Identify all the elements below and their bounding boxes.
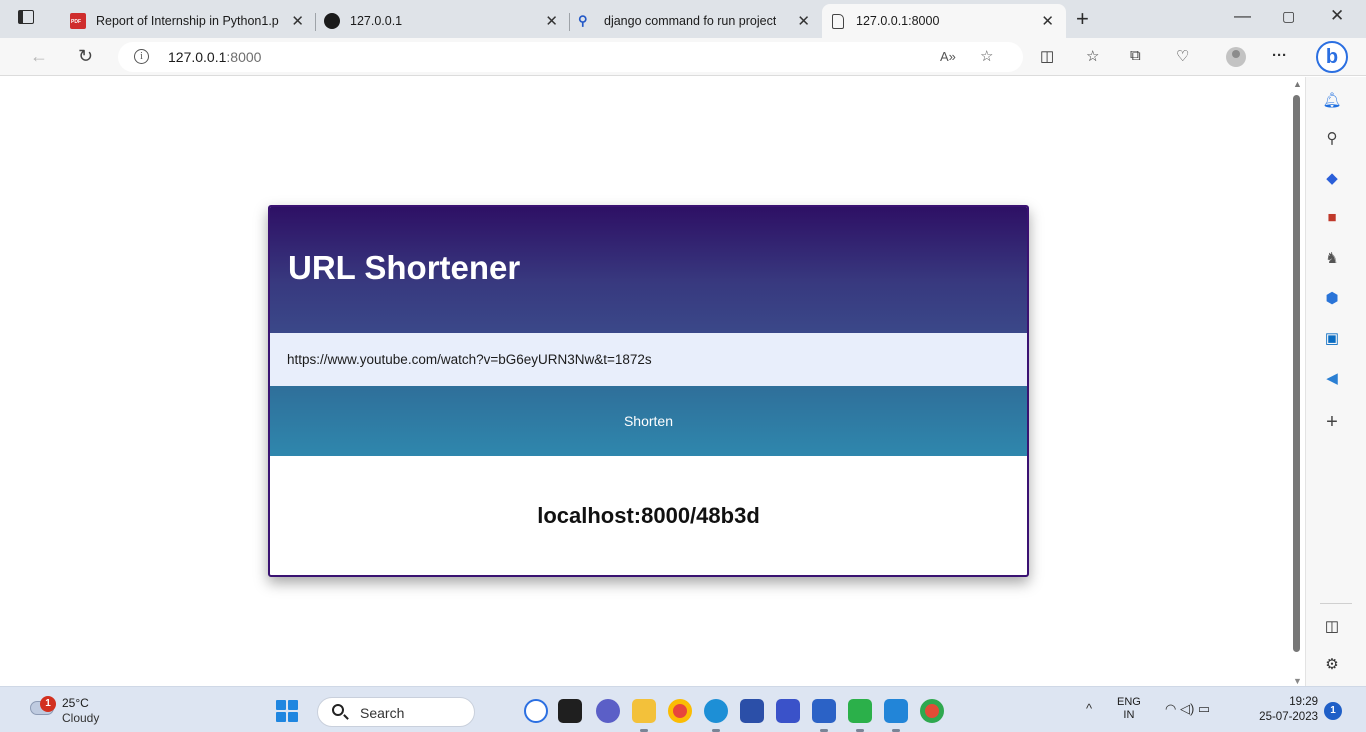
hide-sidebar-icon[interactable]: ◫ [1322, 617, 1342, 637]
favorite-star-icon[interactable]: ☆ [980, 47, 993, 65]
sidebar-settings-icon[interactable]: ⚙ [1322, 655, 1342, 675]
store-icon[interactable] [740, 699, 764, 723]
restore-button[interactable]: ▢ [1282, 8, 1295, 25]
browser-toolbar: ← ↻ i 127.0.0.1:8000 A» ☆ ◫ ☆ ⧉ ♡ ··· b [0, 38, 1366, 76]
card-header: URL Shortener [270, 207, 1027, 333]
tab-title: django command fo run project [604, 14, 777, 28]
window-close-button[interactable]: ✕ [1330, 6, 1344, 26]
word-icon[interactable] [812, 699, 836, 732]
wifi-volume-battery-icon[interactable]: ◠ ◁) ▭ [1165, 701, 1210, 717]
tab-localhost[interactable]: 127.0.0.1 ✕ [316, 4, 570, 38]
scroll-down-icon[interactable]: ▼ [1293, 676, 1302, 686]
search-icon[interactable]: ⚲ [1322, 129, 1342, 149]
page-viewport: URL Shortener Shorten localhost:8000/48b… [0, 77, 1290, 686]
start-tile [288, 712, 298, 722]
refresh-icon[interactable]: ↻ [78, 46, 93, 67]
shorten-button[interactable]: Shorten [270, 386, 1027, 456]
windows-taskbar: 1 25°C Cloudy Search ^ ENG IN ◠ ◁) ▭ 19:… [0, 686, 1366, 732]
start-button[interactable] [276, 700, 298, 722]
language-indicator[interactable]: ENG IN [1117, 696, 1141, 722]
taskbar-search-label: Search [360, 705, 405, 721]
edge-icon[interactable] [704, 699, 728, 732]
address-port: :8000 [226, 49, 262, 65]
sidebar-divider [1320, 603, 1352, 604]
tab-title: 127.0.0.1 [350, 14, 403, 28]
tab-internship-report[interactable]: Report of Internship in Python1.p ✕ [62, 4, 316, 38]
taskbar-search[interactable]: Search [317, 697, 475, 727]
clock-time[interactable]: 19:29 [1262, 696, 1318, 708]
tab-actions-icon[interactable] [18, 10, 34, 24]
teams-icon[interactable] [776, 699, 800, 723]
page-title: URL Shortener [288, 249, 521, 286]
address-host: 127.0.0.1 [168, 49, 227, 65]
search-icon: ⚲ [578, 13, 588, 28]
url-input[interactable] [270, 333, 1027, 386]
tab-active-page[interactable]: 127.0.0.1:8000 ✕ [822, 4, 1066, 38]
teams-chat-icon[interactable] [596, 699, 620, 723]
address-url: 127.0.0.1:8000 [168, 49, 261, 65]
info-icon[interactable]: i [134, 49, 149, 64]
bing-copilot-icon[interactable]: b [1316, 41, 1348, 73]
back-icon[interactable]: ← [30, 46, 48, 67]
vscode-icon[interactable] [884, 699, 908, 732]
weather-temperature[interactable]: 25°C [62, 696, 89, 710]
new-tab-button[interactable]: + [1076, 6, 1089, 32]
file-explorer-icon[interactable] [632, 699, 656, 732]
close-icon[interactable]: ✕ [797, 12, 810, 30]
minimize-button[interactable]: — [1234, 6, 1251, 26]
scroll-up-icon[interactable]: ▲ [1293, 79, 1302, 89]
shopping-tag-icon[interactable]: ◆ [1322, 169, 1342, 189]
microsoft-365-icon[interactable]: ⬢ [1322, 289, 1342, 309]
address-bar[interactable]: i 127.0.0.1:8000 A» ☆ [118, 42, 1023, 72]
weather-description[interactable]: Cloudy [62, 711, 99, 725]
bing-icon[interactable] [524, 699, 548, 723]
tools-briefcase-icon[interactable]: ■ [1322, 209, 1342, 229]
search-icon [332, 704, 344, 716]
tab-django-search[interactable]: ⚲ django command fo run project ✕ [570, 4, 822, 38]
favorites-icon[interactable]: ☆ [1086, 47, 1099, 65]
chrome-profile-icon[interactable] [920, 699, 944, 723]
tab-title: 127.0.0.1:8000 [856, 14, 940, 28]
notification-bell-icon[interactable]: 🔔︎ [1322, 91, 1342, 111]
page-scrollbar[interactable]: ▲ ▼ [1290, 77, 1304, 686]
edge-sidebar: 🔔︎ ⚲ ◆ ■ ♞ ⬢ ▣ ◀ + ◫ ⚙ [1305, 77, 1366, 686]
weather-badge: 1 [40, 696, 56, 712]
language-code: ENG [1117, 696, 1141, 708]
close-icon[interactable]: ✕ [545, 12, 558, 30]
tab-strip: Report of Internship in Python1.p ✕ 127.… [0, 0, 1366, 38]
tab-title: Report of Internship in Python1.p [96, 14, 279, 28]
collections-icon[interactable]: ⧉ [1130, 47, 1141, 64]
url-shortener-card: URL Shortener Shorten localhost:8000/48b… [268, 205, 1029, 577]
chrome-icon[interactable] [668, 699, 692, 723]
region-code: IN [1123, 709, 1135, 721]
pdf-icon [70, 13, 86, 29]
close-icon[interactable]: ✕ [291, 12, 304, 30]
scroll-thumb[interactable] [1293, 95, 1300, 652]
add-sidebar-app-icon[interactable]: + [1322, 411, 1342, 433]
page-icon [832, 13, 844, 29]
outlook-icon[interactable]: ▣ [1322, 329, 1342, 349]
split-screen-icon[interactable]: ◫ [1040, 47, 1054, 65]
read-aloud-icon[interactable]: A» [940, 49, 956, 64]
performance-icon[interactable]: ♡ [1176, 47, 1189, 65]
whatsapp-icon[interactable] [848, 699, 872, 732]
start-tile [276, 712, 286, 722]
drop-send-icon[interactable]: ◀ [1322, 369, 1342, 389]
games-icon[interactable]: ♞ [1322, 249, 1342, 269]
start-tile [276, 700, 286, 710]
start-tile [288, 700, 298, 710]
clock-date[interactable]: 25-07-2023 [1250, 711, 1318, 723]
tray-overflow-icon[interactable]: ^ [1086, 701, 1092, 716]
close-icon[interactable]: ✕ [1041, 12, 1054, 30]
github-icon [324, 13, 340, 29]
terminal-app-icon[interactable] [558, 699, 582, 723]
more-options-icon[interactable]: ··· [1272, 47, 1287, 64]
notification-badge[interactable]: 1 [1324, 702, 1342, 720]
short-url-result: localhost:8000/48b3d [537, 503, 760, 528]
profile-avatar[interactable] [1226, 47, 1246, 67]
